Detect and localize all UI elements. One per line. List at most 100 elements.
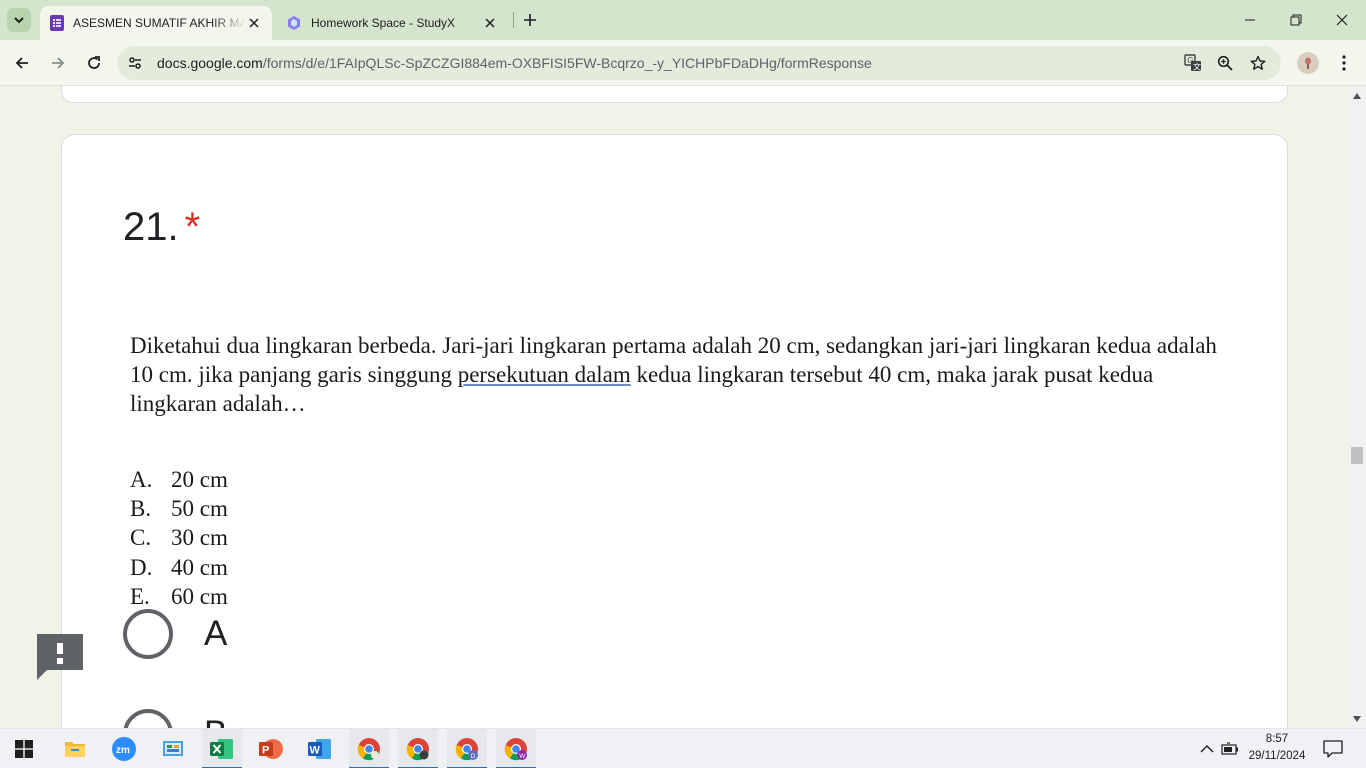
plus-icon [524,14,536,26]
studyx-icon [288,16,300,30]
taskbar-clock[interactable]: 8:57 29/11/2024 [1238,731,1316,765]
clock-time: 8:57 [1265,733,1289,745]
windows-logo-icon [15,740,33,758]
choice-item: D. 40 cm [130,553,228,582]
tab-separator [513,12,514,28]
svg-text:W: W [310,745,321,757]
radio-button[interactable] [123,609,173,659]
taskbar-chrome[interactable] [349,729,389,768]
minimize-button[interactable] [1238,8,1262,32]
profile-avatar[interactable] [1297,52,1319,74]
site-info-icon[interactable] [125,53,145,73]
previous-question-card [61,86,1288,103]
address-bar[interactable]: docs.google.com/forms/d/e/1FAIpQLSc-SpZC… [117,46,1281,80]
notification-center-button[interactable] [1321,737,1345,761]
translate-icon[interactable]: G文 [1183,53,1203,73]
report-feedback-icon[interactable] [35,632,85,682]
choice-text: 30 cm [171,525,228,551]
choice-letter: C. [130,525,152,551]
choice-item: A. 20 cm [130,465,228,494]
tab-studyx[interactable]: Homework Space - StudyX [276,6,508,40]
tab-google-forms[interactable]: ASESMEN SUMATIF AKHIR MAT [40,6,272,40]
svg-text:zm: zm [116,745,130,756]
taskbar-chrome-profile-w[interactable]: W [496,729,536,768]
radio-option-a[interactable]: A [123,609,227,659]
taskbar-word[interactable]: W [300,729,340,768]
choice-text: 20 cm [171,467,228,492]
word-icon: W [308,739,331,759]
tab-strip: ASESMEN SUMATIF AKHIR MAT Homework Space… [0,0,1366,40]
control-panel-icon [163,741,183,756]
choice-text: 60 cm [171,583,228,609]
zoom-app-icon: zm [112,737,136,761]
scrollbar-thumb[interactable] [1351,447,1363,464]
taskbar-powerpoint[interactable]: P [251,729,291,768]
browser-toolbar: docs.google.com/forms/d/e/1FAIpQLSc-SpZC… [0,40,1366,86]
scroll-down-arrow-icon[interactable] [1352,714,1362,724]
taskbar-control-panel[interactable] [153,729,193,768]
choice-letter: E. [130,583,150,609]
radio-button[interactable] [123,709,173,728]
browser-menu-button[interactable] [1334,51,1354,75]
windows-taskbar: zm P W D W 8:57 29/11/2024 [0,728,1366,768]
forward-button[interactable] [46,51,70,75]
tab-title: Homework Space - StudyX [311,16,456,30]
choice-letter: D. [130,554,153,580]
taskbar-zoom[interactable]: zm [104,729,144,768]
chrome-icon [406,738,429,761]
radio-label: A [204,614,228,653]
chevron-down-icon [14,17,24,24]
url-host: docs.google.com [157,55,263,71]
chrome-icon [357,738,380,761]
avatar-icon [1305,57,1311,69]
svg-text:文: 文 [1193,62,1201,72]
choice-letter: B. [130,496,152,522]
arrow-left-icon [15,57,28,69]
radio-option-b[interactable]: B [123,709,227,728]
reload-button[interactable] [82,51,106,75]
svg-text:P: P [262,745,269,757]
chrome-icon: D [455,738,478,761]
bookmark-star-icon[interactable] [1248,53,1268,73]
url-path: /forms/d/e/1FAIpQLSc-SpZCZGI884em-OXBFIS… [262,55,872,71]
show-hidden-icons-button[interactable] [1195,737,1219,761]
question-text: Diketahui dua lingkaran berbeda. Jari-ja… [130,331,1220,418]
folder-icon [65,742,85,757]
close-window-button[interactable] [1330,8,1354,32]
question-title: 21. * [123,205,200,250]
close-icon[interactable] [482,15,498,31]
google-forms-icon [50,15,64,31]
question-card: 21. * Diketahui dua lingkaran berbeda. Ja… [61,134,1288,728]
reload-icon [88,56,100,69]
svg-text:D: D [471,753,476,760]
taskbar-excel[interactable] [202,729,242,768]
scroll-up-arrow-icon[interactable] [1352,91,1362,101]
choice-item: C. 30 cm [130,523,228,552]
tab-search-button[interactable] [7,8,31,32]
close-icon [1336,14,1348,26]
radio-label: B [204,714,227,728]
back-button[interactable] [10,51,34,75]
chevron-up-icon [1200,745,1214,753]
windows-start-button[interactable] [4,729,44,768]
taskbar-chrome-profile-d[interactable]: D [447,729,487,768]
minimize-icon [1245,19,1255,21]
close-icon[interactable] [246,15,262,31]
answer-choices-list: A. 20 cm B. 50 cm C. 30 cm D. 40 cm E. 60 cm [130,465,228,611]
choice-text: 50 cm [171,496,228,522]
required-asterisk: * [184,205,201,249]
taskbar-file-explorer[interactable] [55,729,95,768]
new-tab-button[interactable] [519,9,541,31]
more-vertical-icon [1342,55,1346,71]
choice-text: 40 cm [171,554,228,580]
restore-icon [1290,14,1302,26]
choice-item: E. 60 cm [130,582,228,611]
choice-item: B. 50 cm [130,494,228,523]
arrow-right-icon [52,57,65,69]
form-page: 21. * Diketahui dua lingkaran berbeda. Ja… [0,86,1348,728]
powerpoint-icon: P [259,739,283,759]
restore-button[interactable] [1284,8,1308,32]
zoom-icon[interactable] [1215,53,1235,73]
taskbar-chrome-profile-2[interactable] [398,729,438,768]
vertical-scrollbar[interactable] [1348,86,1366,728]
